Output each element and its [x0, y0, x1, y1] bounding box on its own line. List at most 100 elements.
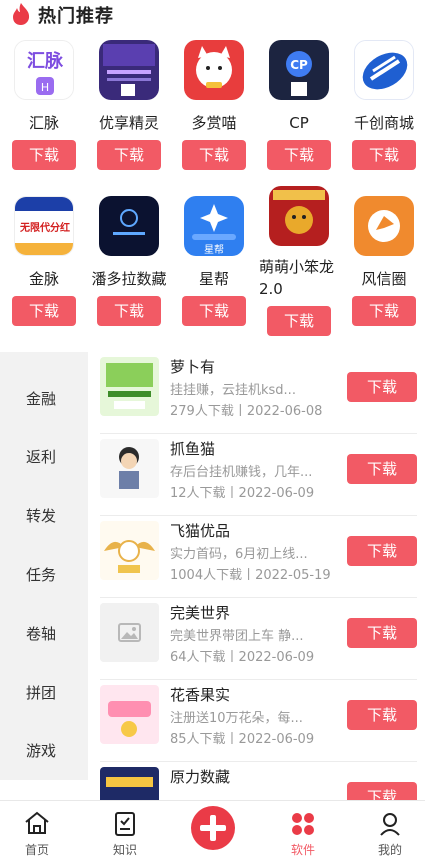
app-card-huimai[interactable]: 汇脉 H 汇脉 下载 [4, 40, 84, 172]
flower-poster [100, 685, 159, 744]
download-button[interactable]: 下载 [182, 140, 246, 170]
list-item[interactable]: 花香果实 注册送10万花朵，每... 85人下载丨2022-06-09 下载 [100, 680, 417, 762]
pandora-logo[interactable] [99, 196, 159, 256]
category-share[interactable]: 转发 [0, 505, 88, 526]
app-card-qianchuang[interactable]: 千创商城 下载 [344, 40, 424, 172]
list-item[interactable]: 抓鱼猫 存后台挂机赚钱，几年... 12人下载丨2022-06-09 下载 [100, 434, 417, 516]
xingbang-logo[interactable]: 星帮 [184, 196, 244, 256]
app-name: 优享精灵 [98, 114, 159, 132]
flame-icon [13, 3, 30, 25]
download-button[interactable]: 下载 [347, 454, 417, 484]
download-button[interactable]: 下载 [12, 140, 76, 170]
youxiang-poster[interactable] [99, 40, 159, 100]
app-title: 飞猫优品 [170, 522, 231, 540]
app-description: 完美世界带团上车 静... [170, 629, 304, 644]
add-button[interactable] [191, 806, 235, 850]
app-meta: 1004人下载丨2022-05-19 [170, 568, 331, 583]
svg-text:H: H [41, 81, 49, 94]
app-title: 原力数藏 [170, 768, 231, 786]
app-card-dragon[interactable]: 萌萌小笨龙2.0 下载 [259, 186, 339, 336]
download-button[interactable]: 下载 [347, 536, 417, 566]
category-task[interactable]: 任务 [0, 564, 88, 585]
home-icon [25, 811, 49, 834]
download-button[interactable]: 下载 [352, 140, 416, 170]
app-name: 星帮 [198, 270, 229, 288]
dragon-poster[interactable] [269, 186, 329, 246]
yuanli-poster [100, 767, 159, 800]
category-rebate[interactable]: 返利 [0, 446, 88, 467]
category-menu: 金融 返利 转发 任务 卷轴 拼团 游戏 [0, 352, 88, 780]
app-icon-text: 星帮 [204, 245, 224, 256]
app-description: 注册送10万花朵，每... [170, 711, 303, 726]
cartoon-man [100, 439, 159, 498]
download-button[interactable]: 下载 [182, 296, 246, 326]
download-button[interactable]: 下载 [347, 372, 417, 402]
tab-knowledge[interactable]: 知识 [90, 801, 160, 857]
app-card-youxiang[interactable]: 优享精灵 下载 [89, 40, 169, 172]
list-item[interactable]: 完美世界 完美世界带团上车 静... 64人下载丨2022-06-09 下载 [100, 598, 417, 680]
app-name: 风信圈 [361, 270, 407, 288]
jinmai-banner[interactable]: 无限代分红 [14, 196, 74, 256]
app-icon-text: 无限代分红 [20, 223, 70, 234]
app-name: 萌萌小笨龙2.0 [259, 258, 335, 298]
cp-logo[interactable]: CP [269, 40, 329, 100]
app-title: 完美世界 [170, 604, 231, 622]
tab-profile[interactable]: 我的 [355, 801, 425, 857]
huimai-logo[interactable]: 汇脉 H [14, 40, 74, 100]
knowledge-icon [115, 812, 135, 836]
app-title: 萝卜有 [170, 358, 216, 376]
app-name: 金脉 [28, 270, 59, 288]
app-card-duoshangmiao[interactable]: 多赏喵 下载 [174, 40, 254, 172]
flying-cat [100, 521, 159, 580]
download-button[interactable]: 下载 [267, 140, 331, 170]
app-meta: 85人下载丨2022-06-09 [170, 732, 315, 747]
section-header: 热门推荐 [0, 0, 425, 28]
tab-home[interactable]: 首页 [2, 801, 72, 857]
fengxin-logo[interactable] [354, 196, 414, 256]
tab-label: 软件 [290, 843, 315, 857]
app-title: 抓鱼猫 [170, 440, 216, 458]
list-item[interactable]: 飞猫优品 实力首码，6月初上线... 1004人下载丨2022-05-19 下载 [100, 516, 417, 598]
list-item[interactable]: 原力数藏 下载 [100, 762, 417, 800]
lucky-cat-icon[interactable] [184, 40, 244, 100]
download-button[interactable]: 下载 [347, 700, 417, 730]
category-games[interactable]: 游戏 [0, 740, 88, 761]
guaji-poster [100, 357, 159, 416]
app-name: 多赏喵 [191, 114, 237, 132]
tab-label: 我的 [377, 843, 402, 857]
tab-label: 知识 [112, 843, 137, 857]
category-scroll[interactable]: 卷轴 [0, 623, 88, 644]
app-card-fengxin[interactable]: 风信圈 下载 [344, 196, 424, 328]
app-card-pandora[interactable]: 潘多拉数藏 下载 [89, 196, 169, 328]
download-button[interactable]: 下载 [347, 782, 417, 800]
section-title: 热门推荐 [38, 6, 114, 27]
app-description: 存后台挂机赚钱，几年... [170, 465, 313, 480]
app-card-xingbang[interactable]: 星帮 星帮 下载 [174, 196, 254, 328]
tab-label: 首页 [24, 843, 49, 857]
download-button[interactable]: 下载 [12, 296, 76, 326]
app-title: 花香果实 [170, 686, 231, 704]
qianchuang-logo[interactable] [354, 40, 414, 100]
app-meta: 64人下载丨2022-06-09 [170, 650, 315, 665]
profile-icon [380, 813, 400, 836]
app-name: 千创商城 [353, 114, 414, 132]
app-name: CP [289, 114, 309, 132]
download-button[interactable]: 下载 [97, 296, 161, 326]
download-button[interactable]: 下载 [347, 618, 417, 648]
list-item[interactable]: 萝卜有 挂挂赚，云挂机ksd... 279人下载丨2022-06-08 下载 [100, 352, 417, 434]
app-description: 实力首码，6月初上线... [170, 547, 308, 562]
tab-software[interactable]: 软件 [268, 801, 338, 857]
app-name: 汇脉 [28, 114, 59, 132]
app-name: 潘多拉数藏 [91, 270, 167, 288]
svg-text:CP: CP [290, 58, 308, 72]
download-button[interactable]: 下载 [267, 306, 331, 336]
download-button[interactable]: 下载 [97, 140, 161, 170]
app-card-cp[interactable]: CP CP 下载 [259, 40, 339, 172]
category-group-buy[interactable]: 拼团 [0, 682, 88, 703]
image-placeholder-icon [100, 603, 159, 662]
download-button[interactable]: 下载 [352, 296, 416, 326]
category-finance[interactable]: 金融 [0, 388, 88, 409]
app-meta: 12人下载丨2022-06-09 [170, 486, 315, 501]
app-description: 挂挂赚，云挂机ksd... [170, 383, 296, 398]
app-card-jinmai[interactable]: 无限代分红 金脉 下载 [4, 196, 84, 328]
